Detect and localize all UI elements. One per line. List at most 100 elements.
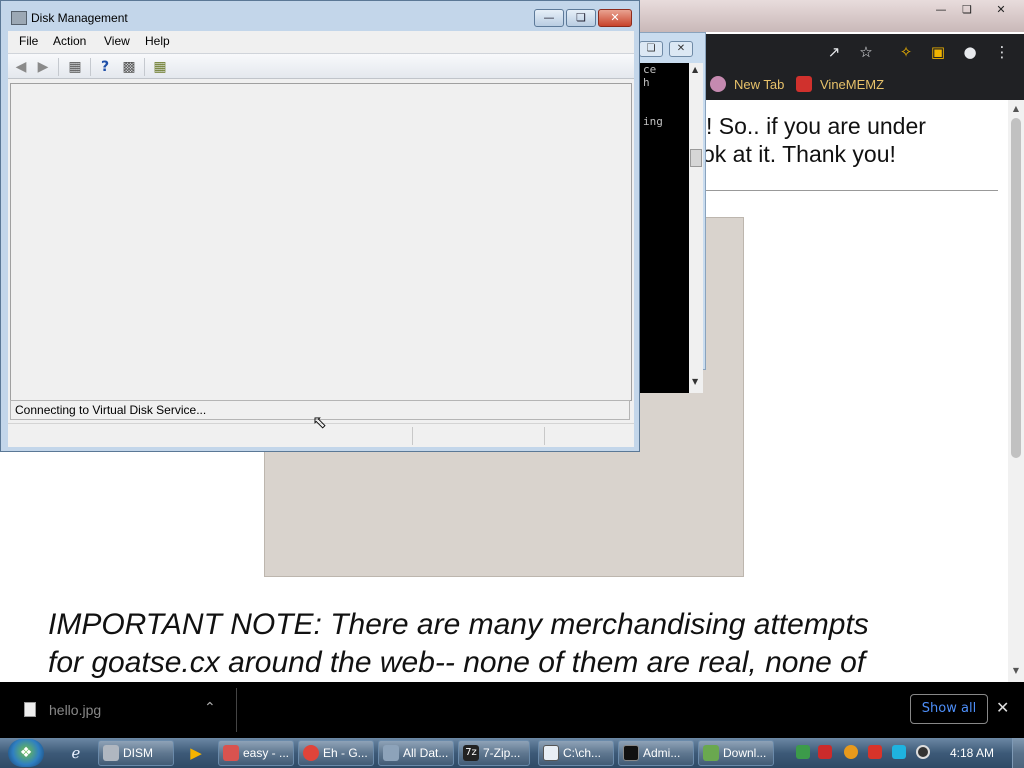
task-label: Eh - G... <box>323 746 368 760</box>
close-button[interactable]: ✕ <box>598 9 632 27</box>
bookmark-label: VineMEMZ <box>820 77 885 92</box>
tray-display-icon[interactable] <box>892 745 906 759</box>
console-scroll-thumb[interactable] <box>690 149 702 167</box>
tray-volume-icon[interactable] <box>916 745 930 759</box>
scroll-up-arrow-icon[interactable]: ▲ <box>1012 104 1020 113</box>
task-label: C:\ch... <box>563 746 602 760</box>
task-label: Downl... <box>723 746 767 760</box>
disk-management-window[interactable]: Disk Management — ❏ ✕ File Action View H… <box>0 0 640 452</box>
page-scrollbar[interactable]: ▲ ▼ <box>1008 100 1024 682</box>
menu-view[interactable]: View <box>104 34 130 48</box>
browser-close-button[interactable]: ✕ <box>988 2 1014 18</box>
scroll-down-arrow-icon[interactable]: ▼ <box>692 377 698 386</box>
disk-management-icon <box>11 11 27 25</box>
taskbar-clock[interactable]: 4:18 AM <box>950 746 994 760</box>
status-text: Connecting to Virtual Disk Service... <box>15 403 207 417</box>
internet-explorer-icon[interactable]: ℯ <box>66 743 86 763</box>
menu-bar: File Action View Help <box>8 31 634 52</box>
show-desktop-button[interactable] <box>1012 738 1024 768</box>
console-output: ce h ing <box>639 63 689 393</box>
browser-toolbar: ↗ ☆ ✧ ▣ ● ⋮ <box>700 34 1024 70</box>
taskbar: ❖ ℯ DISM ▶ easy - ... Eh - G... All Dat.… <box>0 738 1024 768</box>
taskbar-item-easy[interactable]: easy - ... <box>218 740 294 766</box>
console-close-button[interactable]: ✕ <box>669 41 693 57</box>
task-label: easy - ... <box>243 746 290 760</box>
scroll-up-arrow-icon[interactable]: ▲ <box>692 65 698 74</box>
taskbar-item-dism[interactable]: DISM <box>98 740 174 766</box>
extensions-icon[interactable]: ✧ <box>896 42 916 62</box>
minimize-button[interactable]: — <box>534 9 564 27</box>
scroll-down-arrow-icon[interactable]: ▼ <box>1012 666 1020 675</box>
task-label: All Dat... <box>403 746 449 760</box>
bookmark-star-icon[interactable]: ☆ <box>856 42 876 62</box>
download-item[interactable]: hello.jpg ⌃ <box>14 694 234 726</box>
browser-menu-icon[interactable]: ⋮ <box>992 42 1012 62</box>
media-player-icon[interactable]: ▶ <box>186 743 206 763</box>
share-icon[interactable]: ↗ <box>824 42 844 62</box>
console-scrollbar[interactable]: ▲ ▼ <box>689 63 703 393</box>
menu-action[interactable]: Action <box>53 34 86 48</box>
profile-avatar-icon[interactable]: ● <box>960 42 980 62</box>
status-bar-separator <box>544 427 545 445</box>
console-restore-button[interactable]: ❏ <box>639 41 663 57</box>
new-tab-favicon-icon <box>710 76 726 92</box>
maximize-button[interactable]: ❏ <box>566 9 596 27</box>
menu-file[interactable]: File <box>19 34 38 48</box>
taskbar-item-admin-console[interactable]: Admi... <box>618 740 694 766</box>
seven-zip-icon: 7z <box>463 745 479 761</box>
show-hide-action-pane-icon[interactable]: ▩ <box>120 58 138 76</box>
vinememz-favicon-icon <box>796 76 812 92</box>
properties-icon[interactable]: ▦ <box>151 58 169 76</box>
download-file-name: hello.jpg <box>49 702 102 718</box>
menu-help[interactable]: Help <box>145 34 170 48</box>
folder-icon <box>383 745 399 761</box>
taskbar-item-all-data[interactable]: All Dat... <box>378 740 454 766</box>
browser-minimize-button[interactable]: — <box>928 2 954 18</box>
important-note-line: IMPORTANT NOTE: There are many merchandi… <box>48 608 869 641</box>
task-label: DISM <box>123 746 153 760</box>
show-hide-console-tree-icon[interactable]: ▦ <box>66 58 84 76</box>
toolbar-separator <box>90 58 91 76</box>
console-titlebar[interactable]: ❏ ✕ <box>637 33 705 63</box>
console-line: h <box>643 76 650 89</box>
toolbar-separator <box>58 58 59 76</box>
disk-list-area[interactable] <box>10 83 632 401</box>
tray-flag-icon[interactable] <box>868 745 882 759</box>
show-all-button[interactable]: Show all <box>910 694 988 724</box>
bookmarks-bar: New Tab VineMEMZ <box>700 70 1024 100</box>
taskbar-item-downloads[interactable]: Downl... <box>698 740 774 766</box>
dism-app-icon <box>103 745 119 761</box>
start-button[interactable]: ❖ <box>8 739 44 767</box>
bookmark-vinememz[interactable]: VineMEMZ <box>796 76 884 94</box>
important-note-line: for goatse.cx around the web-- none of t… <box>48 646 866 679</box>
scroll-thumb[interactable] <box>1011 118 1021 458</box>
status-bar-separator <box>412 427 413 445</box>
downloads-icon <box>703 745 719 761</box>
page-text-line: ok at it. Thank you! <box>702 141 896 167</box>
bookmark-new-tab[interactable]: New Tab <box>710 76 784 94</box>
bookmark-label: New Tab <box>734 77 785 92</box>
mouse-cursor-icon: ⬁ <box>312 412 328 433</box>
command-prompt-icon <box>623 745 639 761</box>
task-label: Admi... <box>643 746 681 760</box>
app-icon <box>223 745 239 761</box>
file-icon <box>24 702 36 717</box>
forward-arrow-icon[interactable]: ▶ <box>34 58 52 76</box>
browser-restore-button[interactable]: ❏ <box>954 2 980 18</box>
tray-v-icon[interactable] <box>818 745 832 759</box>
chevron-up-icon[interactable]: ⌃ <box>204 700 216 716</box>
tray-search-icon[interactable] <box>844 745 858 759</box>
page-divider <box>700 190 998 191</box>
taskbar-item-cmd-path[interactable]: C:\ch... <box>538 740 614 766</box>
help-icon[interactable]: ? <box>96 58 114 76</box>
back-arrow-icon[interactable]: ◀ <box>12 58 30 76</box>
close-icon[interactable]: ✕ <box>996 698 1009 717</box>
taskbar-item-7zip[interactable]: 7z 7-Zip... <box>458 740 530 766</box>
chrome-icon <box>303 745 319 761</box>
taskbar-item-chrome[interactable]: Eh - G... <box>298 740 374 766</box>
side-panel-icon[interactable]: ▣ <box>928 42 948 62</box>
console-window[interactable]: ❏ ✕ ce h ing ▲ ▼ <box>636 32 706 393</box>
tray-network-icon[interactable] <box>796 745 810 759</box>
toolbar: ◀ ▶ ▦ ? ▩ ▦ <box>8 53 634 79</box>
